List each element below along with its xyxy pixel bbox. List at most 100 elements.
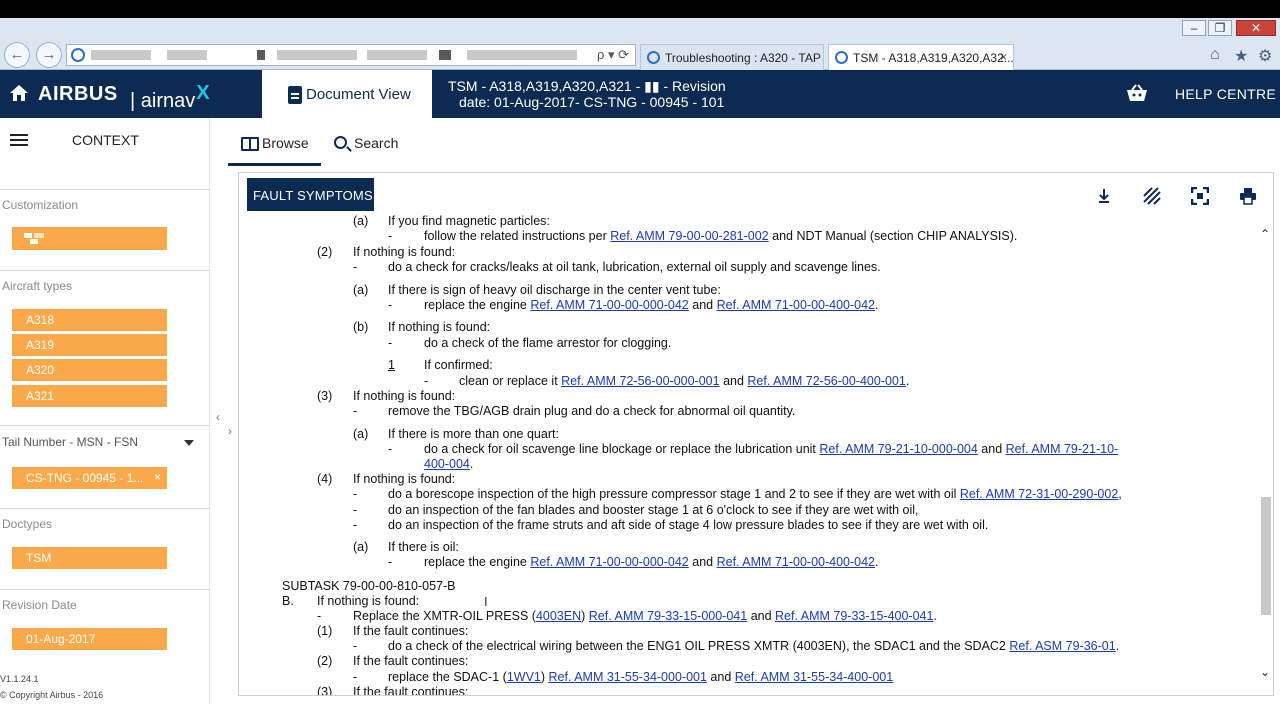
print-icon[interactable] [1239,187,1257,205]
doc-line: do a check for cracks/leaks at oil tank,… [388,260,881,274]
hamburger-icon[interactable] [10,134,28,146]
expand-right-icon[interactable]: › [228,424,232,438]
doc-text: and NDT Manual (section CHIP ANALYSIS). [772,229,1018,243]
amm-reference-link[interactable]: Ref. AMM 72-56-00-400-001 [747,374,905,388]
address-redacted [439,50,451,60]
home-icon[interactable] [9,83,29,103]
close-tab-icon[interactable]: × [1000,50,1007,64]
doc-dash: - [353,260,358,274]
amm-reference-link[interactable]: Ref. AMM 79-21-10-000-004 [819,442,977,456]
amm-reference-link[interactable]: Ref. AMM 71-00-00-000-042 [530,298,688,312]
caret-down-icon[interactable] [184,440,194,446]
favorites-star-icon[interactable]: ★ [1234,46,1248,66]
doc-line: (a) [353,214,368,228]
amm-reference-link[interactable]: Ref. AMM 79-21-10- [1006,442,1119,456]
amm-reference-link[interactable]: Ref. AMM 71-00-00-000-042 [530,555,688,569]
tail-number-chip[interactable]: CS-TNG - 00945 - 1... × [12,467,167,489]
doc-text: If nothing is found: [353,245,456,259]
doc-num: (1) [317,624,333,638]
chevron-up-icon[interactable]: ⌃ [1260,227,1270,241]
amm-reference-link[interactable]: Ref. AMM 79-00-00-281-002 [610,229,768,243]
revision-date-chip[interactable]: 01-Aug-2017 [12,628,167,650]
amm-reference-link[interactable]: Ref. AMM 71-00-00-400-042 [717,298,875,312]
collapse-left-icon[interactable]: ‹ [216,410,220,424]
address-actions[interactable]: ρ ▾ ⟳ [597,47,629,63]
doc-text: . [1115,639,1120,653]
doc-text: If there is more than one quart: [388,427,559,441]
doc-line: - [353,639,357,653]
address-redacted [91,50,151,60]
doc-text: . [905,374,910,388]
doc-line: (4) [317,472,332,486]
doc-num: (2) [317,654,333,668]
amm-reference-link[interactable]: Ref. AMM 71-00-00-400-042 [717,555,875,569]
fullscreen-icon[interactable] [1191,187,1209,205]
help-centre-link[interactable]: HELP CENTRE [1175,86,1276,102]
doc-line: (3) [317,389,332,403]
component-link[interactable]: 4003EN [536,609,581,623]
tail-number-title: Tail Number - MSN - FSN [2,435,139,449]
search-icon [334,136,347,149]
doc-text: and [723,374,744,388]
minimize-window-button[interactable]: – [1182,20,1206,36]
doc-line: replace the engine Ref. AMM 71-00-00-000… [424,555,879,569]
doc-line: follow the related instructions per Ref.… [424,229,1017,243]
amm-reference-link[interactable]: Ref. AMM 31-55-34-000-001 [549,670,707,684]
doc-dash: - [424,374,429,388]
aircraft-type-a319[interactable]: A319 [12,334,167,356]
scrollbar-thumb[interactable] [1261,497,1271,615]
fault-symptoms-button[interactable]: FAULT SYMPTOMS [247,178,374,211]
doc-text: If the fault continues: [353,685,469,696]
doctype-tsm[interactable]: TSM [12,547,167,569]
amm-reference-link[interactable]: Ref. AMM 31-55-34-400-001 [735,670,893,684]
context-sidebar: CONTEXT Customization Aircraft types A31… [0,118,210,704]
amm-reference-link[interactable]: Ref. AMM 72-31-00-290-002 [960,487,1118,501]
address-bar[interactable]: ρ ▾ ⟳ [66,44,636,66]
doc-dash: - [388,555,393,569]
close-window-button[interactable]: ✕ [1236,20,1276,36]
clear-tail-icon[interactable]: × [154,470,161,484]
aircraft-type-a321[interactable]: A321 [12,385,167,407]
document-scrollbar[interactable]: ⌃ ⌄ [1257,221,1273,691]
book-icon [241,137,259,151]
doc-text: If nothing is found: [317,594,420,608]
amm-reference-link[interactable]: 400-004 [424,457,470,471]
doc-text: If nothing is found: [353,472,456,486]
address-redacted [467,50,577,60]
settings-gear-icon[interactable]: ⚙ [1258,46,1272,66]
doc-line: - [388,555,392,569]
tab-browse[interactable]: Browse [228,118,321,166]
browser-tab-troubleshooting[interactable]: Troubleshooting : A320 - TAP [640,44,824,70]
aircraft-type-a320[interactable]: A320 [12,359,167,381]
doc-line: If nothing is found: [353,472,455,486]
doc-line: If the fault continues: [353,654,468,668]
doc-line: - [388,442,392,456]
browser-home-icon[interactable]: ⌂ [1210,46,1220,64]
revision-line-2: date: 01-Aug-2017- CS-TNG - 00945 - 101 [459,94,725,110]
address-redacted [167,50,207,60]
amm-reference-link[interactable]: Ref. AMM 72-56-00-000-001 [561,374,719,388]
doc-line: (2) [317,654,332,668]
amm-reference-link[interactable]: Ref. AMM 79-33-15-400-041 [775,609,933,623]
document-view-tab[interactable]: Document View [262,70,432,118]
doc-line: If nothing is found: [388,320,490,334]
browser-back-button[interactable]: ← [4,42,30,68]
basket-icon[interactable] [1126,84,1148,102]
component-link[interactable]: 1WV1 [507,670,541,684]
restore-window-button[interactable]: ❐ [1208,20,1232,36]
tab-search[interactable]: Search [334,135,398,151]
aircraft-type-a318[interactable]: A318 [12,309,167,331]
doc-text: do a check of the electrical wiring betw… [388,639,1006,653]
asm-reference-link[interactable]: Ref. ASM 79-36-01 [1009,639,1115,653]
doc-line: - [388,298,392,312]
address-redacted [367,50,427,60]
amm-reference-link[interactable]: Ref. AMM 79-33-15-000-041 [589,609,747,623]
browser-forward-button[interactable]: → [36,42,62,68]
browser-tab-tsm[interactable]: TSM - A318,A319,A320,A32... × [828,44,1014,70]
doc-text: and [692,298,714,312]
chevron-down-icon[interactable]: ⌄ [1260,665,1270,679]
customization-button[interactable] [12,227,167,250]
download-icon[interactable] [1095,187,1113,205]
doc-num: (3) [317,685,333,696]
highlight-icon[interactable] [1143,187,1161,205]
